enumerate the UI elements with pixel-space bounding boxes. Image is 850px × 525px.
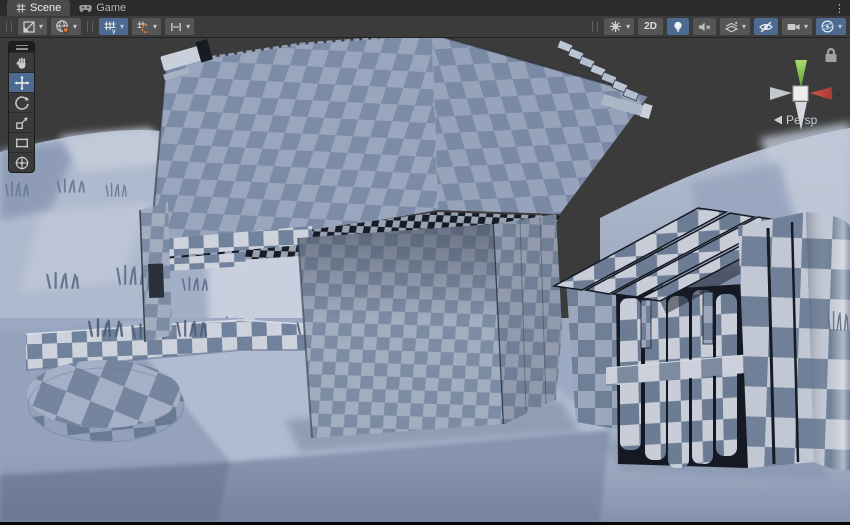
tab-game-label: Game [96, 2, 126, 14]
persp-arrow-icon [774, 116, 782, 125]
debug-globe-button[interactable]: ▾ [51, 18, 81, 35]
projection-label: Persp [786, 113, 818, 127]
toolbar-drag-handle-right[interactable] [592, 21, 598, 32]
lock-icon[interactable] [826, 48, 837, 62]
gizmos-menu-dropdown[interactable]: ▾ [838, 23, 842, 31]
move-tool[interactable] [9, 72, 34, 92]
gizmos-menu-button[interactable]: ▾ [816, 18, 846, 35]
scene-visibility-button[interactable] [754, 18, 778, 35]
grid-visibility-dropdown[interactable]: ▾ [120, 23, 124, 31]
scene-effects-button[interactable]: ▾ [604, 18, 634, 35]
eye-slash-icon [758, 20, 774, 34]
fx-layers-icon [724, 20, 739, 34]
draw-mode-button[interactable]: ▾ [18, 18, 47, 35]
rotate-icon [14, 95, 30, 111]
toolbar-separator [87, 21, 93, 32]
orbit-gizmo-icon [820, 19, 835, 34]
move-snapping-dropdown[interactable]: ▾ [186, 23, 190, 31]
gamepad-icon [79, 3, 92, 13]
rect-icon [14, 135, 30, 151]
scale-icon [14, 115, 30, 131]
axis-y-label: y [798, 47, 805, 59]
snap-increment-dropdown[interactable]: ▾ [153, 23, 157, 31]
shaded-square-icon [22, 20, 36, 34]
palette-drag-handle[interactable] [9, 42, 34, 52]
audio-muted-icon [697, 20, 712, 34]
scene-viewport[interactable]: y x Persp [0, 38, 850, 522]
gizmo-center-cube[interactable] [793, 86, 808, 101]
axis-neg-cone-left[interactable] [770, 87, 792, 100]
2d-toggle-button[interactable]: 2D [638, 18, 663, 35]
unity-editor-window: Scene Game ⋮ ▾ [0, 0, 850, 525]
axis-x-label: x [836, 89, 843, 101]
grid-icon [16, 3, 26, 13]
camera-icon [786, 20, 801, 34]
lightbulb-icon [671, 20, 685, 34]
svg-text:y: y [112, 28, 116, 34]
starburst-icon [608, 19, 623, 34]
grid-visibility-button[interactable]: y ▾ [99, 18, 128, 35]
transform-tool[interactable] [9, 152, 34, 172]
scale-tool[interactable] [9, 112, 34, 132]
projection-toggle[interactable]: Persp [774, 113, 818, 127]
rotate-tool[interactable] [9, 92, 34, 112]
effects-menu-dropdown[interactable]: ▾ [742, 23, 746, 31]
view-hand-tool[interactable] [9, 52, 34, 72]
tab-game[interactable]: Game [70, 0, 135, 16]
tree-stump[interactable] [27, 360, 184, 442]
camera-settings-button[interactable]: ▾ [782, 18, 812, 35]
scene-toolbar: ▾ ▾ y ▾ ▾ [0, 16, 850, 38]
globe-icon [55, 19, 70, 34]
grid-snap-icon [136, 20, 150, 34]
scene-audio-button[interactable] [693, 18, 716, 35]
transform-icon [14, 155, 30, 171]
hand-icon [14, 55, 30, 71]
scene-render[interactable] [0, 38, 850, 522]
debug-globe-dropdown[interactable]: ▾ [73, 23, 77, 31]
move-icon [14, 75, 30, 91]
rect-tool[interactable] [9, 132, 34, 152]
camera-settings-dropdown[interactable]: ▾ [804, 23, 808, 31]
toolbar-drag-handle[interactable] [6, 21, 12, 32]
move-snap-icon [169, 20, 183, 34]
effects-menu-button[interactable]: ▾ [720, 18, 750, 35]
tab-scene[interactable]: Scene [7, 0, 70, 16]
tab-bar: Scene Game ⋮ [0, 0, 850, 16]
draw-mode-dropdown[interactable]: ▾ [39, 23, 43, 31]
scene-lighting-button[interactable] [667, 18, 689, 35]
tab-scene-label: Scene [30, 2, 61, 14]
grid-y-icon: y [103, 20, 117, 34]
kebab-menu-icon[interactable]: ⋮ [834, 0, 845, 16]
axis-x-cone[interactable] [810, 87, 832, 100]
axis-y-cone[interactable] [795, 60, 807, 88]
tool-palette [8, 41, 35, 173]
move-snapping-button[interactable]: ▾ [165, 18, 194, 35]
snap-increment-button[interactable]: ▾ [132, 18, 161, 35]
orientation-gizmo: y x Persp [754, 40, 850, 140]
scene-effects-dropdown[interactable]: ▾ [626, 23, 630, 31]
2d-label: 2D [644, 21, 657, 32]
